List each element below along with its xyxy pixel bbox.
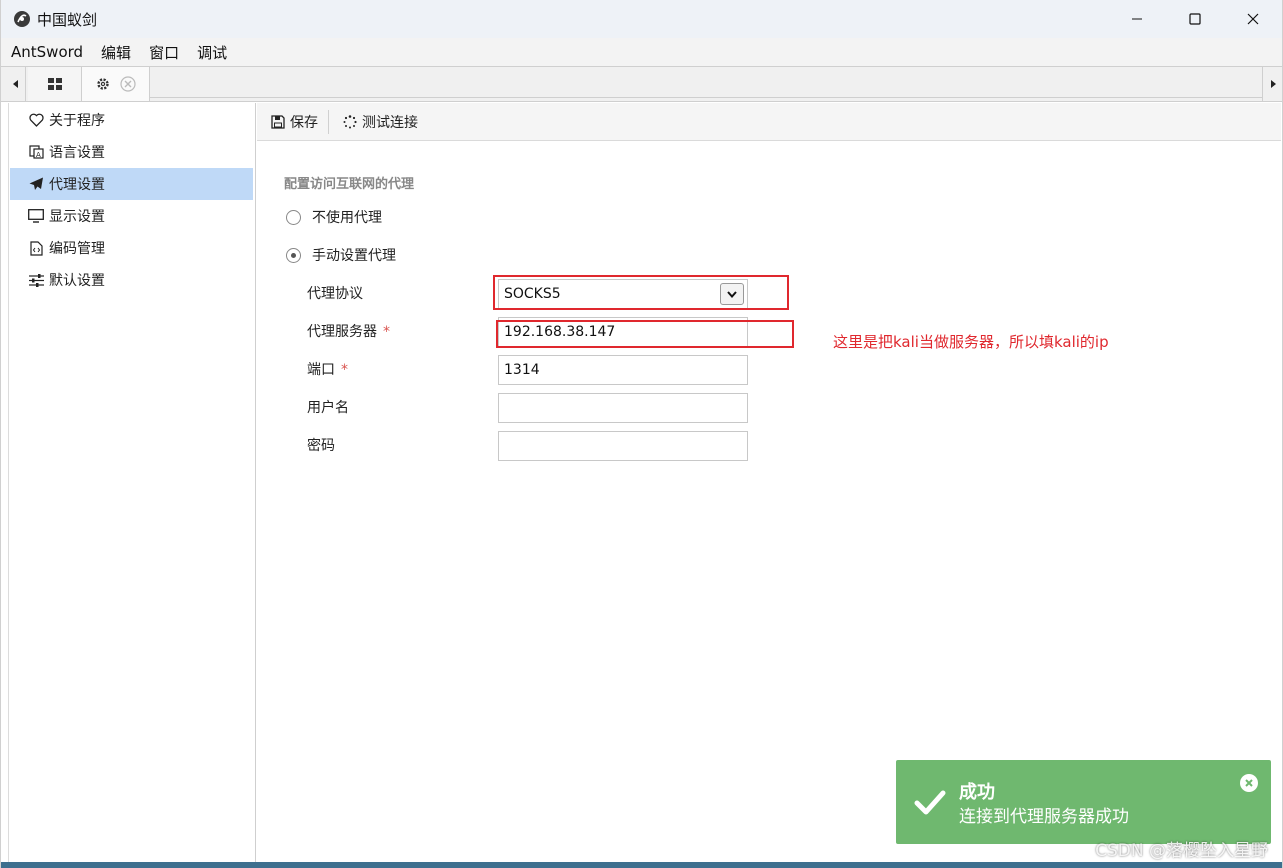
no-proxy-option[interactable]: 不使用代理: [286, 207, 382, 227]
manual-proxy-label: 手动设置代理: [312, 248, 396, 264]
username-label: 用户名: [307, 400, 349, 416]
manual-proxy-radio[interactable]: [286, 247, 301, 263]
password-label: 密码: [307, 438, 335, 454]
success-toast: 成功 连接到代理服务器成功: [896, 760, 1271, 844]
radio-selected-dot: [291, 252, 296, 258]
spinner-icon: [343, 114, 357, 128]
password-input[interactable]: [498, 431, 748, 461]
close-icon: [1245, 779, 1253, 787]
required-mark: *: [341, 362, 348, 378]
close-icon: [1247, 13, 1259, 25]
test-connection-button[interactable]: 测试连接: [329, 103, 428, 141]
desktop-edge: [1, 862, 1282, 868]
minimize-button[interactable]: [1108, 0, 1166, 38]
caret-right-icon: [1270, 80, 1276, 88]
checkmark-icon: [914, 790, 946, 815]
caret-left-icon: [12, 80, 18, 88]
app-window: 中国蚁剑 AntSword 编辑 窗口 调试 关于程序 A 语言设置 代理设置 …: [0, 0, 1283, 868]
sidebar-item-label: 编码管理: [49, 241, 105, 257]
tab-scroll-left-button[interactable]: [6, 67, 26, 101]
tab-strip-line: [150, 97, 1262, 98]
port-label-text: 端口: [307, 362, 335, 378]
sidebar-item-label: 显示设置: [49, 209, 105, 225]
language-icon: A: [28, 144, 44, 160]
toast-close-button[interactable]: [1240, 774, 1258, 792]
sliders-icon: [28, 272, 44, 288]
watermark: CSDN @落樱坠入星野: [1095, 841, 1268, 861]
annotation-text: 这里是把kali当做服务器，所以填kali的ip: [833, 333, 1109, 351]
no-proxy-label: 不使用代理: [312, 210, 382, 226]
sidebar-item-defaults[interactable]: 默认设置: [10, 264, 253, 296]
toast-message: 连接到代理服务器成功: [959, 807, 1129, 827]
maximize-button[interactable]: [1166, 0, 1224, 38]
close-window-button[interactable]: [1224, 0, 1282, 38]
tab-home[interactable]: [28, 67, 82, 101]
sidebar-item-language[interactable]: A 语言设置: [10, 136, 253, 168]
sidebar-item-label: 代理设置: [49, 177, 105, 193]
antsword-logo-icon: [14, 11, 30, 27]
protocol-label: 代理协议: [307, 286, 363, 302]
code-file-icon: [28, 240, 44, 256]
sidebar-item-about[interactable]: 关于程序: [10, 104, 253, 136]
no-proxy-radio[interactable]: [286, 209, 301, 225]
highlight-server-box: [496, 320, 794, 348]
save-label: 保存: [290, 114, 318, 131]
floppy-disk-icon: [271, 114, 285, 129]
required-mark: *: [383, 324, 390, 340]
panel-toolbar: 保存 测试连接: [257, 103, 1281, 141]
server-label-text: 代理服务器: [307, 324, 377, 340]
tab-close-icon[interactable]: [119, 76, 136, 92]
menu-antsword[interactable]: AntSword: [1, 43, 91, 61]
sidebar-item-label: 默认设置: [49, 273, 105, 289]
port-label: 端口 *: [307, 359, 348, 379]
manual-proxy-option[interactable]: 手动设置代理: [286, 245, 396, 265]
sidebar-item-label: 关于程序: [49, 113, 105, 129]
title-bar: 中国蚁剑: [1, 0, 1282, 38]
sidebar-item-label: 语言设置: [49, 145, 105, 161]
grid-icon: [47, 78, 62, 90]
menu-bar: AntSword 编辑 窗口 调试: [1, 38, 1282, 66]
minimize-icon: [1132, 18, 1142, 20]
username-input[interactable]: [498, 393, 748, 423]
sidebar-item-display[interactable]: 显示设置: [10, 200, 253, 232]
tab-scroll-right-button[interactable]: [1262, 67, 1282, 101]
save-button[interactable]: 保存: [257, 103, 328, 141]
menu-debug[interactable]: 调试: [187, 42, 235, 63]
sidebar-item-proxy[interactable]: 代理设置: [10, 168, 253, 200]
maximize-icon: [1189, 13, 1201, 25]
port-input[interactable]: 1314: [498, 355, 748, 385]
sidebar-item-encoding[interactable]: 编码管理: [10, 232, 253, 264]
server-label: 代理服务器 *: [307, 321, 390, 341]
proxy-settings-panel: 保存 测试连接 配置访问互联网的代理 不使用代理 手动设置代理 代理协议 SOC: [257, 103, 1281, 863]
tab-bar: [1, 66, 1282, 102]
gear-icon: [96, 78, 109, 90]
svg-text:A: A: [36, 151, 41, 159]
menu-window[interactable]: 窗口: [139, 42, 187, 63]
window-title: 中国蚁剑: [37, 10, 98, 29]
settings-sidebar: 关于程序 A 语言设置 代理设置 显示设置 编码管理 默认设置: [8, 103, 256, 863]
section-title: 配置访问互联网的代理: [284, 177, 415, 192]
menu-edit[interactable]: 编辑: [91, 42, 139, 63]
paper-plane-icon: [28, 176, 44, 192]
test-connection-label: 测试连接: [362, 114, 418, 131]
heart-icon: [28, 112, 44, 128]
highlight-protocol-box: [493, 275, 789, 310]
tab-settings[interactable]: [82, 67, 150, 101]
toast-title: 成功: [959, 782, 995, 803]
monitor-icon: [28, 208, 44, 224]
